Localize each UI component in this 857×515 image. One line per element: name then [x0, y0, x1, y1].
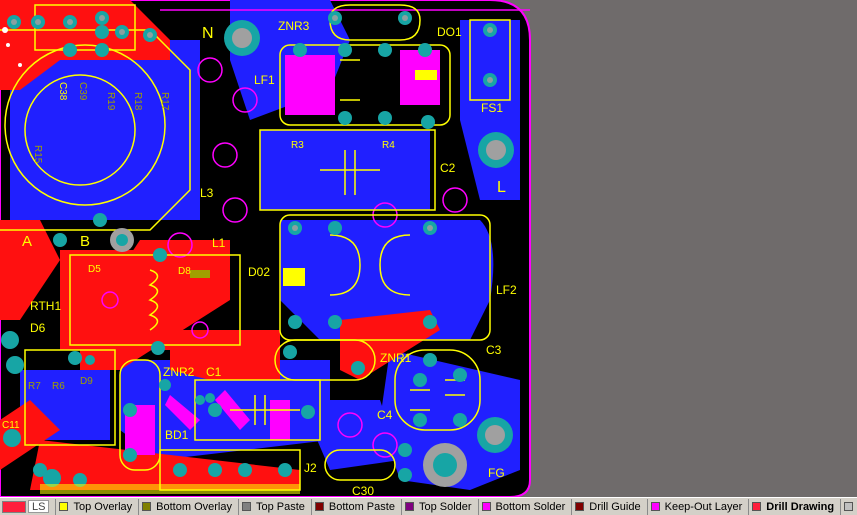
label-LF2: LF2 — [496, 283, 517, 297]
label-R4: R4 — [382, 140, 395, 151]
layer-color-swatch — [142, 502, 152, 511]
tab-bottom-solder[interactable]: Bottom Solder — [477, 498, 572, 515]
tab-multi-layer[interactable] — [840, 498, 857, 515]
label-C11: C11 — [2, 420, 20, 431]
label-R17: R17 — [159, 92, 170, 111]
label-ZNR2: ZNR2 — [163, 365, 195, 379]
tab-top-solder[interactable]: Top Solder — [400, 498, 478, 515]
label-LF1: LF1 — [254, 73, 275, 87]
label-B: B — [80, 233, 90, 250]
label-R18: R18 — [132, 92, 143, 111]
label-D8: D8 — [178, 266, 191, 277]
label-C38: C38 — [57, 82, 68, 101]
layer-tabs-bar: LS Top Overlay Bottom Overlay Top Paste … — [0, 497, 857, 515]
label-D6: D6 — [30, 321, 46, 335]
layer-set-selector[interactable]: LS — [2, 499, 50, 515]
layer-color-swatch — [314, 502, 324, 511]
layer-color-swatch — [481, 502, 491, 511]
tab-top-paste[interactable]: Top Paste — [237, 498, 311, 515]
label-C30: C30 — [352, 484, 374, 497]
tab-label: Top Solder — [418, 500, 472, 513]
label-FG: FG — [488, 466, 505, 480]
label-R19: R19 — [105, 92, 116, 111]
tab-bottom-paste[interactable]: Bottom Paste — [310, 498, 401, 515]
layer-set-label: LS — [28, 500, 50, 513]
label-C1: C1 — [206, 365, 222, 379]
tab-top-overlay[interactable]: Top Overlay — [55, 498, 138, 515]
label-DO1: DO1 — [437, 25, 462, 39]
tab-label: Drill Drawing — [766, 500, 835, 513]
tab-label: Drill Guide — [589, 500, 641, 513]
label-D02: D02 — [248, 265, 270, 279]
layer-color-swatch — [59, 502, 69, 511]
label-N: N — [202, 25, 214, 42]
label-ZNR1: ZNR1 — [380, 351, 412, 365]
layer-color-swatch — [844, 502, 854, 511]
label-BD1: BD1 — [165, 428, 189, 442]
current-layer-swatch — [2, 500, 26, 513]
layer-color-swatch — [752, 502, 762, 511]
tab-label: Top Paste — [255, 500, 305, 513]
label-C3: C3 — [486, 343, 502, 357]
label-L1: L1 — [212, 236, 226, 250]
label-D9: D9 — [80, 376, 93, 387]
tab-drill-guide[interactable]: Drill Guide — [571, 498, 646, 515]
label-R6: R6 — [52, 381, 65, 392]
layer-color-swatch — [404, 502, 414, 511]
label-C39: C39 — [77, 82, 88, 101]
label-L: L — [497, 179, 506, 196]
tab-label: Bottom Solder — [495, 500, 566, 513]
label-J2: J2 — [304, 461, 317, 475]
label-RTH1: RTH1 — [30, 299, 61, 313]
label-C4: C4 — [377, 408, 393, 422]
tab-label: Top Overlay — [73, 500, 133, 513]
tab-label: Keep-Out Layer — [664, 500, 743, 513]
tab-keep-out-layer[interactable]: Keep-Out Layer — [646, 498, 749, 515]
label-R3: R3 — [291, 140, 304, 151]
layer-color-swatch — [575, 502, 585, 511]
label-R7: R7 — [28, 381, 41, 392]
label-FS1: FS1 — [481, 101, 503, 115]
label-R15: R15 — [32, 145, 43, 164]
label-ZNR3: ZNR3 — [278, 19, 310, 33]
label-A: A — [22, 233, 32, 250]
tab-label: Bottom Overlay — [156, 500, 232, 513]
layer-color-swatch — [241, 502, 251, 511]
label-D5: D5 — [88, 264, 101, 275]
tab-label: Bottom Paste — [328, 500, 395, 513]
pcb-canvas[interactable]: N ZNR3 DO1 FS1 LF1 R3 R4 C2 L L3 L1 D8 D… — [0, 0, 857, 497]
layer-color-swatch — [650, 502, 660, 511]
label-L3: L3 — [200, 186, 214, 200]
board-edge-hatch — [40, 484, 300, 494]
tab-drill-drawing[interactable]: Drill Drawing — [748, 498, 840, 515]
tab-bottom-overlay[interactable]: Bottom Overlay — [138, 498, 238, 515]
label-C2: C2 — [440, 161, 456, 175]
